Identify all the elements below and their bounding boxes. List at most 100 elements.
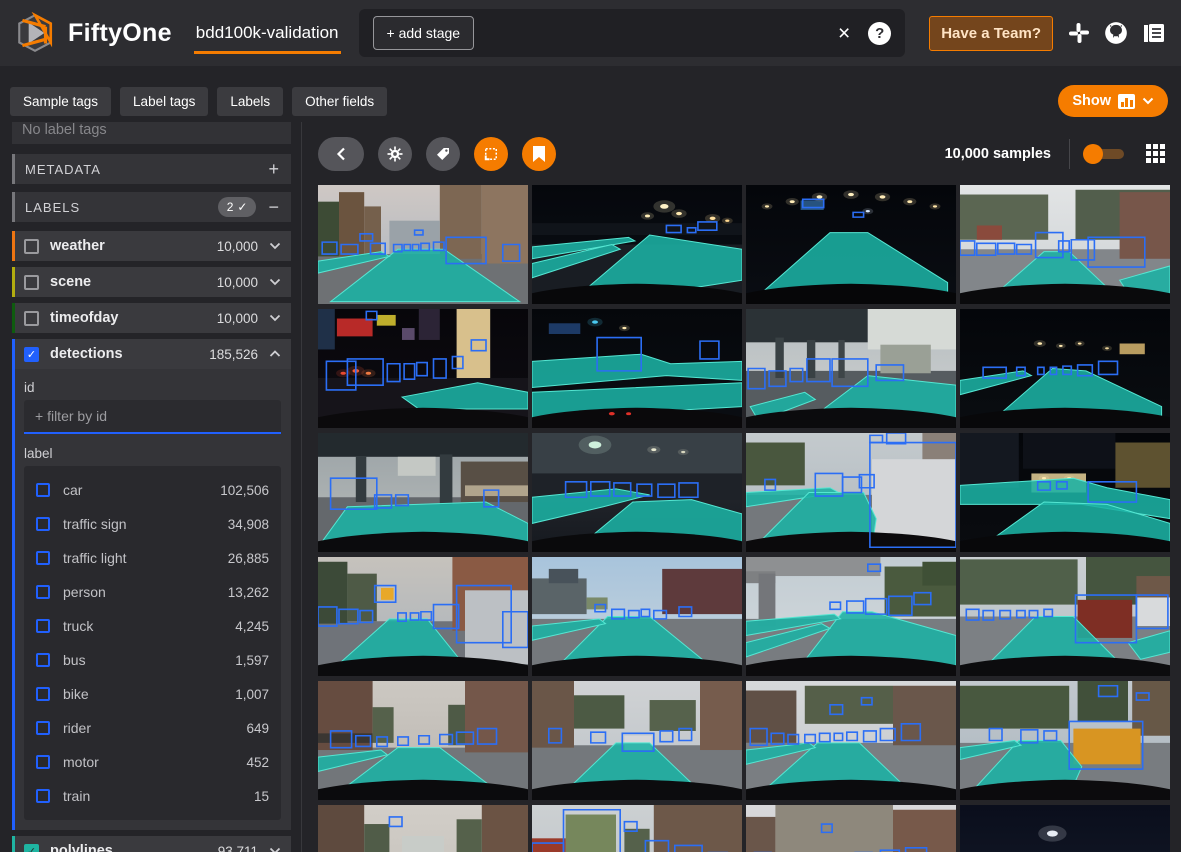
field-row-polylines[interactable]: ✓ polylines 93,711 xyxy=(12,836,291,852)
field-name: weather xyxy=(50,238,206,254)
close-icon[interactable]: × xyxy=(838,23,850,44)
grid-sample[interactable] xyxy=(960,805,1170,852)
class-row-person[interactable]: person13,262 xyxy=(36,575,269,609)
grid-sample[interactable] xyxy=(532,309,742,428)
fiftyone-logo-icon xyxy=(14,12,56,54)
back-button[interactable] xyxy=(318,137,364,171)
grid-sample[interactable] xyxy=(318,433,528,552)
grid-sample[interactable] xyxy=(960,681,1170,800)
timeofday-checkbox[interactable] xyxy=(24,311,39,326)
grid-sample[interactable] xyxy=(532,557,742,676)
grid-sample[interactable] xyxy=(960,309,1170,428)
show-button[interactable]: Show xyxy=(1058,85,1168,117)
class-row-traffic-light[interactable]: traffic light26,885 xyxy=(36,541,269,575)
docs-icon[interactable] xyxy=(1141,21,1167,45)
truck-checkbox[interactable] xyxy=(36,619,50,633)
grid-sample[interactable] xyxy=(318,805,528,852)
bus-checkbox[interactable] xyxy=(36,653,50,667)
field-row-timeofday[interactable]: timeofday10,000 xyxy=(12,303,291,333)
show-button-label: Show xyxy=(1072,93,1111,109)
github-icon[interactable] xyxy=(1103,20,1129,46)
chevron-down-icon[interactable] xyxy=(269,278,281,286)
class-name: person xyxy=(63,584,215,600)
class-count: 15 xyxy=(254,789,269,804)
class-row-bus[interactable]: bus1,597 xyxy=(36,643,269,677)
traffic-sign-checkbox[interactable] xyxy=(36,517,50,531)
grid-sample[interactable] xyxy=(532,433,742,552)
grid-sample[interactable] xyxy=(746,557,956,676)
expand-icon[interactable]: + xyxy=(268,159,279,180)
class-row-bike[interactable]: bike1,007 xyxy=(36,677,269,711)
add-stage-button[interactable]: + add stage xyxy=(373,16,475,50)
chevron-down-icon[interactable] xyxy=(269,242,281,250)
detections-checkbox[interactable]: ✓ xyxy=(24,347,39,362)
field-row-scene[interactable]: scene10,000 xyxy=(12,267,291,297)
save-view-button[interactable] xyxy=(522,137,556,171)
person-checkbox[interactable] xyxy=(36,585,50,599)
chevron-down-icon[interactable] xyxy=(269,314,281,322)
chevron-down-icon xyxy=(1142,97,1154,105)
scene-checkbox[interactable] xyxy=(24,275,39,290)
tag-samples-button[interactable] xyxy=(426,137,460,171)
train-checkbox[interactable] xyxy=(36,789,50,803)
bike-checkbox[interactable] xyxy=(36,687,50,701)
zoom-slider-knob[interactable] xyxy=(1083,144,1103,164)
class-row-truck[interactable]: truck4,245 xyxy=(36,609,269,643)
class-row-motor[interactable]: motor452 xyxy=(36,745,269,779)
polylines-checkbox[interactable]: ✓ xyxy=(24,844,39,852)
field-name: scene xyxy=(50,274,206,290)
class-name: traffic sign xyxy=(63,516,215,532)
have-a-team-button[interactable]: Have a Team? xyxy=(929,16,1053,51)
grid-sample[interactable] xyxy=(746,185,956,304)
grid-sample[interactable] xyxy=(746,433,956,552)
grid-sample[interactable] xyxy=(318,309,528,428)
grid-sample[interactable] xyxy=(318,185,528,304)
chevron-down-icon[interactable] xyxy=(269,847,281,852)
view-stage-bar[interactable]: + add stage × ? xyxy=(359,9,906,57)
sample-image xyxy=(318,681,528,800)
filter-by-id-input[interactable] xyxy=(24,400,281,434)
metadata-section-header[interactable]: METADATA + xyxy=(12,154,291,184)
grid-sample[interactable] xyxy=(318,557,528,676)
motor-checkbox[interactable] xyxy=(36,755,50,769)
field-row-weather[interactable]: weather10,000 xyxy=(12,231,291,261)
field-row-detections[interactable]: ✓ detections 185,526 xyxy=(15,339,291,369)
grid-sample[interactable] xyxy=(746,681,956,800)
class-row-traffic-sign[interactable]: traffic sign34,908 xyxy=(36,507,269,541)
tab-label-tags[interactable]: Label tags xyxy=(120,87,208,116)
settings-button[interactable] xyxy=(378,137,412,171)
slack-icon[interactable] xyxy=(1067,21,1091,45)
traffic-light-checkbox[interactable] xyxy=(36,551,50,565)
dataset-name[interactable]: bdd100k-validation xyxy=(194,13,341,54)
sample-image xyxy=(532,185,742,304)
car-checkbox[interactable] xyxy=(36,483,50,497)
grid-sample[interactable] xyxy=(532,185,742,304)
sample-image xyxy=(532,433,742,552)
class-row-car[interactable]: car102,506 xyxy=(36,473,269,507)
grid-sample[interactable] xyxy=(960,185,1170,304)
grid-sample[interactable] xyxy=(532,681,742,800)
grid-sample[interactable] xyxy=(746,805,956,852)
grid-size-icon[interactable] xyxy=(1146,144,1165,163)
chevron-up-icon[interactable] xyxy=(269,350,281,358)
grid-sample[interactable] xyxy=(960,433,1170,552)
zoom-slider[interactable] xyxy=(1088,149,1124,159)
grid-sample[interactable] xyxy=(318,681,528,800)
class-row-rider[interactable]: rider649 xyxy=(36,711,269,745)
help-icon[interactable]: ? xyxy=(868,22,891,45)
grid-sample[interactable] xyxy=(532,805,742,852)
label-attr-label: label xyxy=(24,446,281,461)
tab-labels[interactable]: Labels xyxy=(217,87,283,116)
class-count: 1,007 xyxy=(235,687,269,702)
rider-checkbox[interactable] xyxy=(36,721,50,735)
weather-checkbox[interactable] xyxy=(24,239,39,254)
patches-button[interactable] xyxy=(474,137,508,171)
grid-sample[interactable] xyxy=(746,309,956,428)
grid-sample[interactable] xyxy=(960,557,1170,676)
class-row-train[interactable]: train15 xyxy=(36,779,269,813)
tab-sample-tags[interactable]: Sample tags xyxy=(10,87,111,116)
tab-other-fields[interactable]: Other fields xyxy=(292,87,387,116)
fiftyone-app: FiftyOne bdd100k-validation + add stage … xyxy=(0,0,1181,852)
labels-section-header[interactable]: LABELS 2✓ − xyxy=(12,192,291,222)
collapse-icon[interactable]: − xyxy=(268,197,279,218)
